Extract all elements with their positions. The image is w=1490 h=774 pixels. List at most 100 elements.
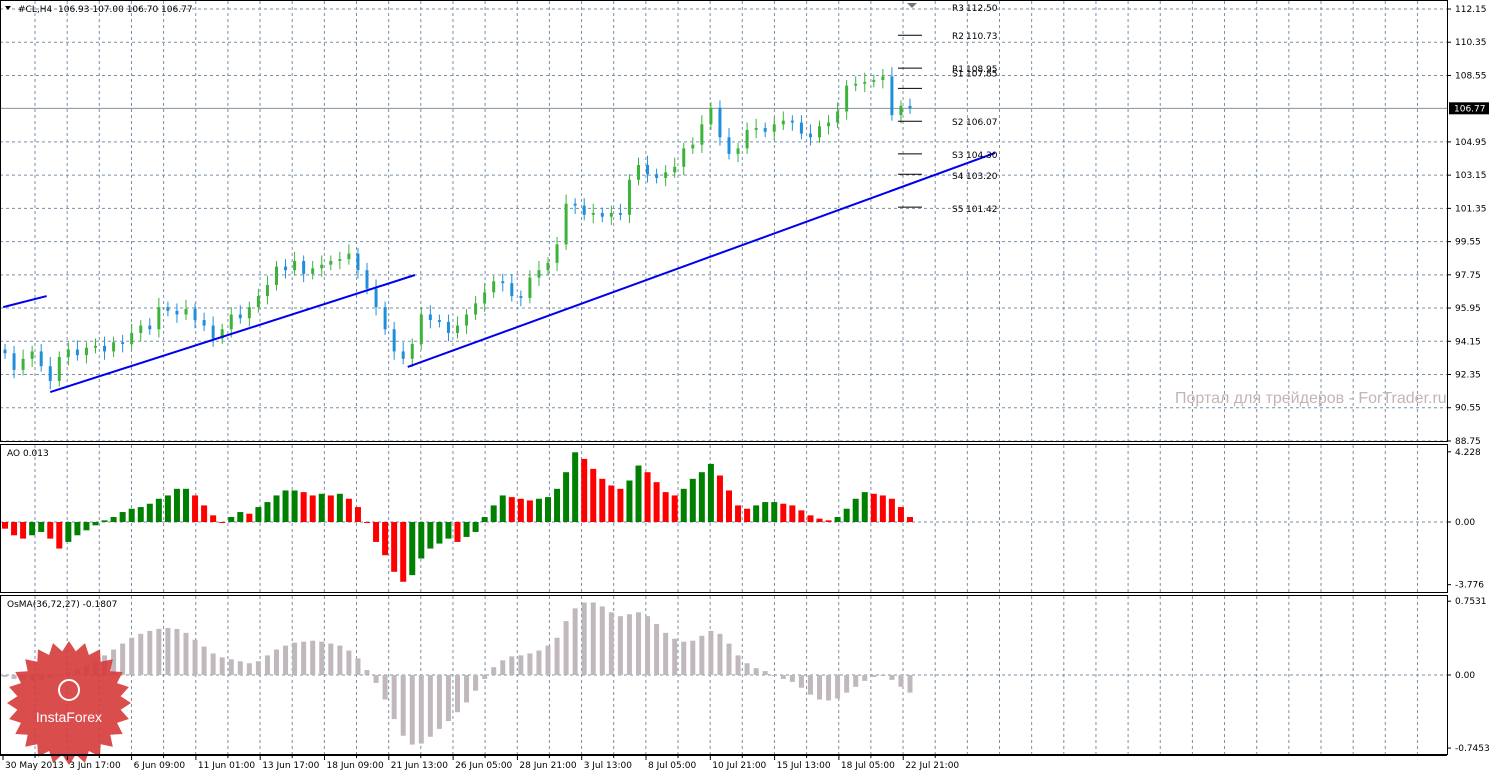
ao-bar xyxy=(92,522,99,526)
candle-body xyxy=(446,321,450,333)
candle-body xyxy=(564,203,568,245)
candle-body xyxy=(618,212,622,215)
ao-bar xyxy=(662,492,669,522)
pivot-label-value: 107.85 xyxy=(966,69,998,79)
candle-body xyxy=(229,314,233,330)
candle-body xyxy=(492,281,496,293)
ao-bar xyxy=(300,492,307,522)
osma-bar xyxy=(527,653,533,675)
ao-pane-frame xyxy=(0,444,1448,593)
axes: 112.15 110.35 108.55 104.95 103.15 101.35 99.5… xyxy=(0,0,1490,771)
candle-body xyxy=(519,296,523,298)
candle-body xyxy=(57,356,61,381)
candle-body xyxy=(30,351,34,359)
ao-bar xyxy=(463,522,470,537)
shift-marker-icon[interactable] xyxy=(907,3,917,8)
x-tick-label: 3 Jun 17:00 xyxy=(69,761,121,771)
ao-bar xyxy=(689,478,696,522)
ao-bar xyxy=(888,498,895,522)
osma-bar xyxy=(608,612,614,675)
osma-bar xyxy=(473,675,479,691)
y-tick-label: 110.35 xyxy=(1455,38,1487,48)
candle-body xyxy=(238,314,242,319)
ao-bar xyxy=(753,505,760,522)
ao-bar xyxy=(237,512,244,522)
osma-bar xyxy=(337,645,343,675)
osma-bar xyxy=(871,675,877,677)
trendline xyxy=(407,152,996,368)
osma-bar xyxy=(545,645,551,675)
candle-body xyxy=(148,325,152,330)
candle-body xyxy=(836,111,840,123)
candle-body xyxy=(646,164,650,175)
osma-bar xyxy=(636,612,641,675)
candle-body xyxy=(890,76,894,116)
osma-pane[interactable] xyxy=(0,602,1447,745)
osma-bar xyxy=(346,650,352,675)
ao-bar xyxy=(364,522,370,523)
osma-bar xyxy=(147,630,153,675)
osma-bar xyxy=(726,643,732,675)
ao-bar xyxy=(56,522,63,549)
osma-bar xyxy=(835,675,841,699)
candle-body xyxy=(347,253,351,260)
pivot-label-name: S5 xyxy=(952,205,963,215)
ao-bar xyxy=(354,507,361,522)
candle-body xyxy=(320,264,324,269)
ao-bar xyxy=(128,508,135,522)
osma-bar xyxy=(210,653,216,675)
ao-pane[interactable] xyxy=(0,452,1447,582)
y-tick-label: 88.75 xyxy=(1455,437,1481,447)
candle-body xyxy=(818,126,821,138)
candle-body xyxy=(872,80,876,82)
watermark: Портал для трейдеров - ForTrader.ru xyxy=(1175,390,1447,407)
osma-bar xyxy=(255,661,261,675)
ao-bar xyxy=(581,458,588,522)
candle-body xyxy=(410,344,414,359)
ao-bar xyxy=(282,490,289,522)
candle-body xyxy=(75,349,79,356)
ao-bar xyxy=(816,518,823,522)
ao-bar xyxy=(617,488,624,522)
osma-bar xyxy=(445,675,451,722)
ao-bar xyxy=(726,490,732,522)
osma-bar xyxy=(907,675,913,693)
candle-body xyxy=(718,107,722,138)
candle-body xyxy=(908,105,912,109)
osma-bar xyxy=(509,656,515,675)
osma-title: OsMA(36,72,27) -0.1807 xyxy=(7,600,117,610)
ao-bar xyxy=(635,465,642,522)
y-tick-label: 92.35 xyxy=(1455,371,1481,381)
candle-body xyxy=(799,122,803,134)
price-pane[interactable]: R3 112.50R2 110.73R1 108.95S1 107.85S2 106.07… xyxy=(0,4,1447,393)
ao-bar xyxy=(508,497,515,522)
osma-bar xyxy=(762,671,768,675)
osma-bar xyxy=(310,640,316,675)
ao-bar xyxy=(870,493,877,522)
dropdown-arrow-icon[interactable] xyxy=(5,6,11,10)
candle-body xyxy=(573,203,577,206)
ao-bar xyxy=(499,495,506,522)
ao-bar xyxy=(445,522,452,539)
ao-bar xyxy=(608,485,615,522)
candle-body xyxy=(709,107,713,125)
trendline xyxy=(2,295,47,309)
ao-bar xyxy=(454,522,461,542)
trading-chart[interactable]: Портал для трейдеров - ForTrader.ru R3 11… xyxy=(0,0,1490,774)
ao-bar xyxy=(110,517,117,522)
osma-bar xyxy=(246,663,252,675)
candle-body xyxy=(691,144,695,149)
candle-body xyxy=(3,349,7,354)
x-tick-label: 8 Jul 05:00 xyxy=(648,761,697,771)
ao-bar xyxy=(535,498,542,522)
candle-body xyxy=(202,320,206,326)
osma-bar xyxy=(581,602,587,675)
ao-bar xyxy=(861,492,868,522)
x-tick-label: 15 Jul 13:00 xyxy=(777,761,831,771)
ao-bar xyxy=(626,480,633,522)
candle-body xyxy=(356,253,360,271)
osma-bar xyxy=(753,668,759,675)
osma-bar xyxy=(735,655,741,675)
ao-bar xyxy=(554,488,561,522)
y-tick-label: 108.55 xyxy=(1455,71,1487,81)
